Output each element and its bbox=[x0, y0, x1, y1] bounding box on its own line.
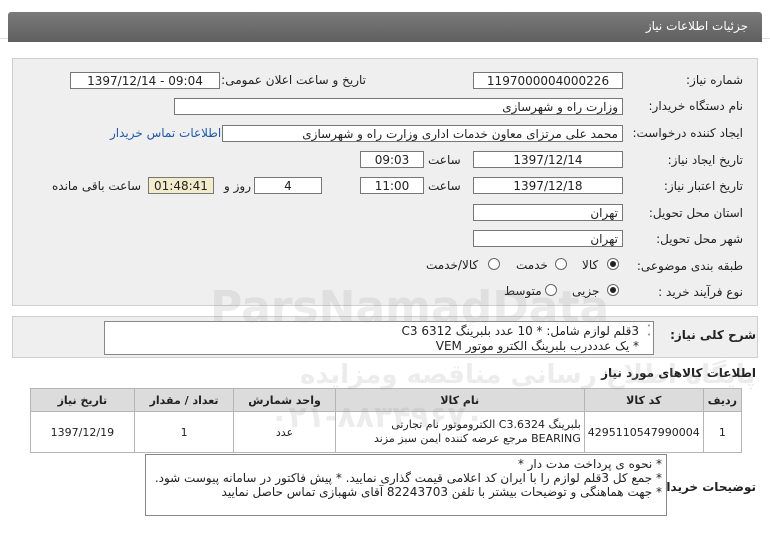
title-bar-strip: جزئیات اطلاعات نیاز bbox=[8, 12, 762, 42]
created-time-field: 09:03 bbox=[360, 151, 424, 168]
category-radio-goods-service[interactable] bbox=[488, 258, 500, 270]
items-table-header: ردیف کد کالا نام کالا واحد شمارش تعداد /… bbox=[30, 388, 743, 412]
process-radio-medium[interactable] bbox=[545, 284, 557, 296]
province-field: تهران bbox=[473, 204, 623, 221]
need-number-field: 1197000004000226 bbox=[473, 72, 623, 89]
validity-time-label: ساعت bbox=[428, 179, 461, 193]
title-bar: جزئیات اطلاعات نیاز bbox=[0, 0, 770, 42]
col-name: نام کالا bbox=[334, 388, 585, 412]
days-label: روز و bbox=[224, 179, 251, 193]
days-field: 4 bbox=[254, 177, 322, 194]
city-field: تهران bbox=[473, 230, 623, 247]
cell-name: بلبرینگ C3.6324 الکتروموتور نام تجارتی B… bbox=[334, 411, 585, 453]
table-row: 1 4295110547990004 بلبرینگ C3.6324 الکتر… bbox=[30, 411, 743, 453]
col-date: تاریخ نیاز bbox=[30, 388, 135, 412]
cell-unit: عدد bbox=[233, 411, 336, 453]
buyer-org-label: نام دستگاه خریدار: bbox=[648, 99, 744, 113]
validity-date-label: تاریخ اعتبار نیاز: bbox=[663, 179, 743, 193]
page-title: جزئیات اطلاعات نیاز bbox=[645, 19, 748, 33]
category-radio-goods[interactable] bbox=[607, 258, 619, 270]
category-label: طبقه بندی موضوعی: bbox=[636, 259, 743, 273]
process-label: نوع فرآیند خرید : bbox=[658, 285, 743, 299]
description-textarea[interactable]: ˄ ˅ 3قلم لوازم شامل: * 10 عدد بلبرینگ 631… bbox=[104, 321, 654, 355]
requester-field: محمد علی مرتزای معاون خدمات اداری وزارت … bbox=[222, 125, 623, 142]
process-option-medium: متوسط bbox=[504, 284, 542, 298]
process-option-minor: جزیی bbox=[572, 284, 600, 298]
remaining-time-field: 01:48:41 bbox=[148, 177, 214, 194]
description-label: شرح کلی نیاز: bbox=[670, 328, 756, 342]
items-table: ردیف کد کالا نام کالا واحد شمارش تعداد /… bbox=[30, 388, 743, 453]
category-option-goods: کالا bbox=[582, 258, 599, 272]
announce-field: 1397/12/14 - 09:04 bbox=[70, 72, 220, 89]
created-date-label: تاریخ ایجاد نیاز: bbox=[667, 153, 743, 167]
remaining-label: ساعت باقی مانده bbox=[52, 179, 142, 193]
category-radio-service[interactable] bbox=[555, 258, 567, 270]
cell-date: 1397/12/19 bbox=[30, 411, 135, 453]
need-number-label: شماره نیاز: bbox=[686, 73, 743, 87]
process-radio-minor[interactable] bbox=[607, 284, 619, 296]
col-row: ردیف bbox=[702, 388, 743, 412]
buyer-contact-link[interactable]: اطلاعات تماس خریدار bbox=[110, 126, 221, 140]
created-time-label: ساعت bbox=[428, 153, 461, 167]
city-label: شهر محل تحویل: bbox=[656, 232, 743, 246]
cell-row: 1 bbox=[702, 411, 743, 453]
created-date-field: 1397/12/14 bbox=[473, 151, 623, 168]
notes-line-2: * جمع کل 3قلم لوازم را با ایران کد اعلام… bbox=[154, 471, 662, 485]
notes-box: * نحوه ی پرداخت مدت دار * * جمع کل 3قلم … bbox=[145, 454, 667, 516]
col-code: کد کالا bbox=[583, 388, 704, 412]
cell-code: 4295110547990004 bbox=[583, 411, 704, 453]
category-option-goods-service: کالا/خدمت bbox=[426, 258, 479, 272]
buyer-org-field: وزارت راه و شهرسازی bbox=[174, 98, 623, 115]
province-label: استان محل تحویل: bbox=[648, 206, 743, 220]
announce-label: تاریخ و ساعت اعلان عمومی: bbox=[221, 73, 366, 87]
description-line-1: 3قلم لوازم شامل: * 10 عدد بلبرینگ 6312 C… bbox=[401, 324, 639, 338]
cell-qty: 1 bbox=[133, 411, 235, 453]
validity-time-field: 11:00 bbox=[360, 177, 424, 194]
notes-line-1: * نحوه ی پرداخت مدت دار * bbox=[517, 457, 662, 471]
col-unit: واحد شمارش bbox=[233, 388, 336, 412]
notes-line-3: * جهت هماهنگی و توضیحات بیشتر با تلفن 82… bbox=[221, 485, 662, 499]
category-option-service: خدمت bbox=[516, 258, 548, 272]
validity-date-field: 1397/12/18 bbox=[473, 177, 623, 194]
description-scroll-arrows[interactable]: ˄ ˅ bbox=[647, 324, 651, 342]
description-line-2: * یک عدددرب بلبرینگ الکترو موتور VEM bbox=[435, 339, 639, 353]
notes-label: توضیحات خریدار: bbox=[654, 480, 756, 494]
items-section-title: اطلاعات کالاهای مورد نیاز bbox=[601, 366, 756, 380]
col-qty: تعداد / مقدار bbox=[133, 388, 235, 412]
requester-label: ایجاد کننده درخواست: bbox=[632, 126, 743, 140]
